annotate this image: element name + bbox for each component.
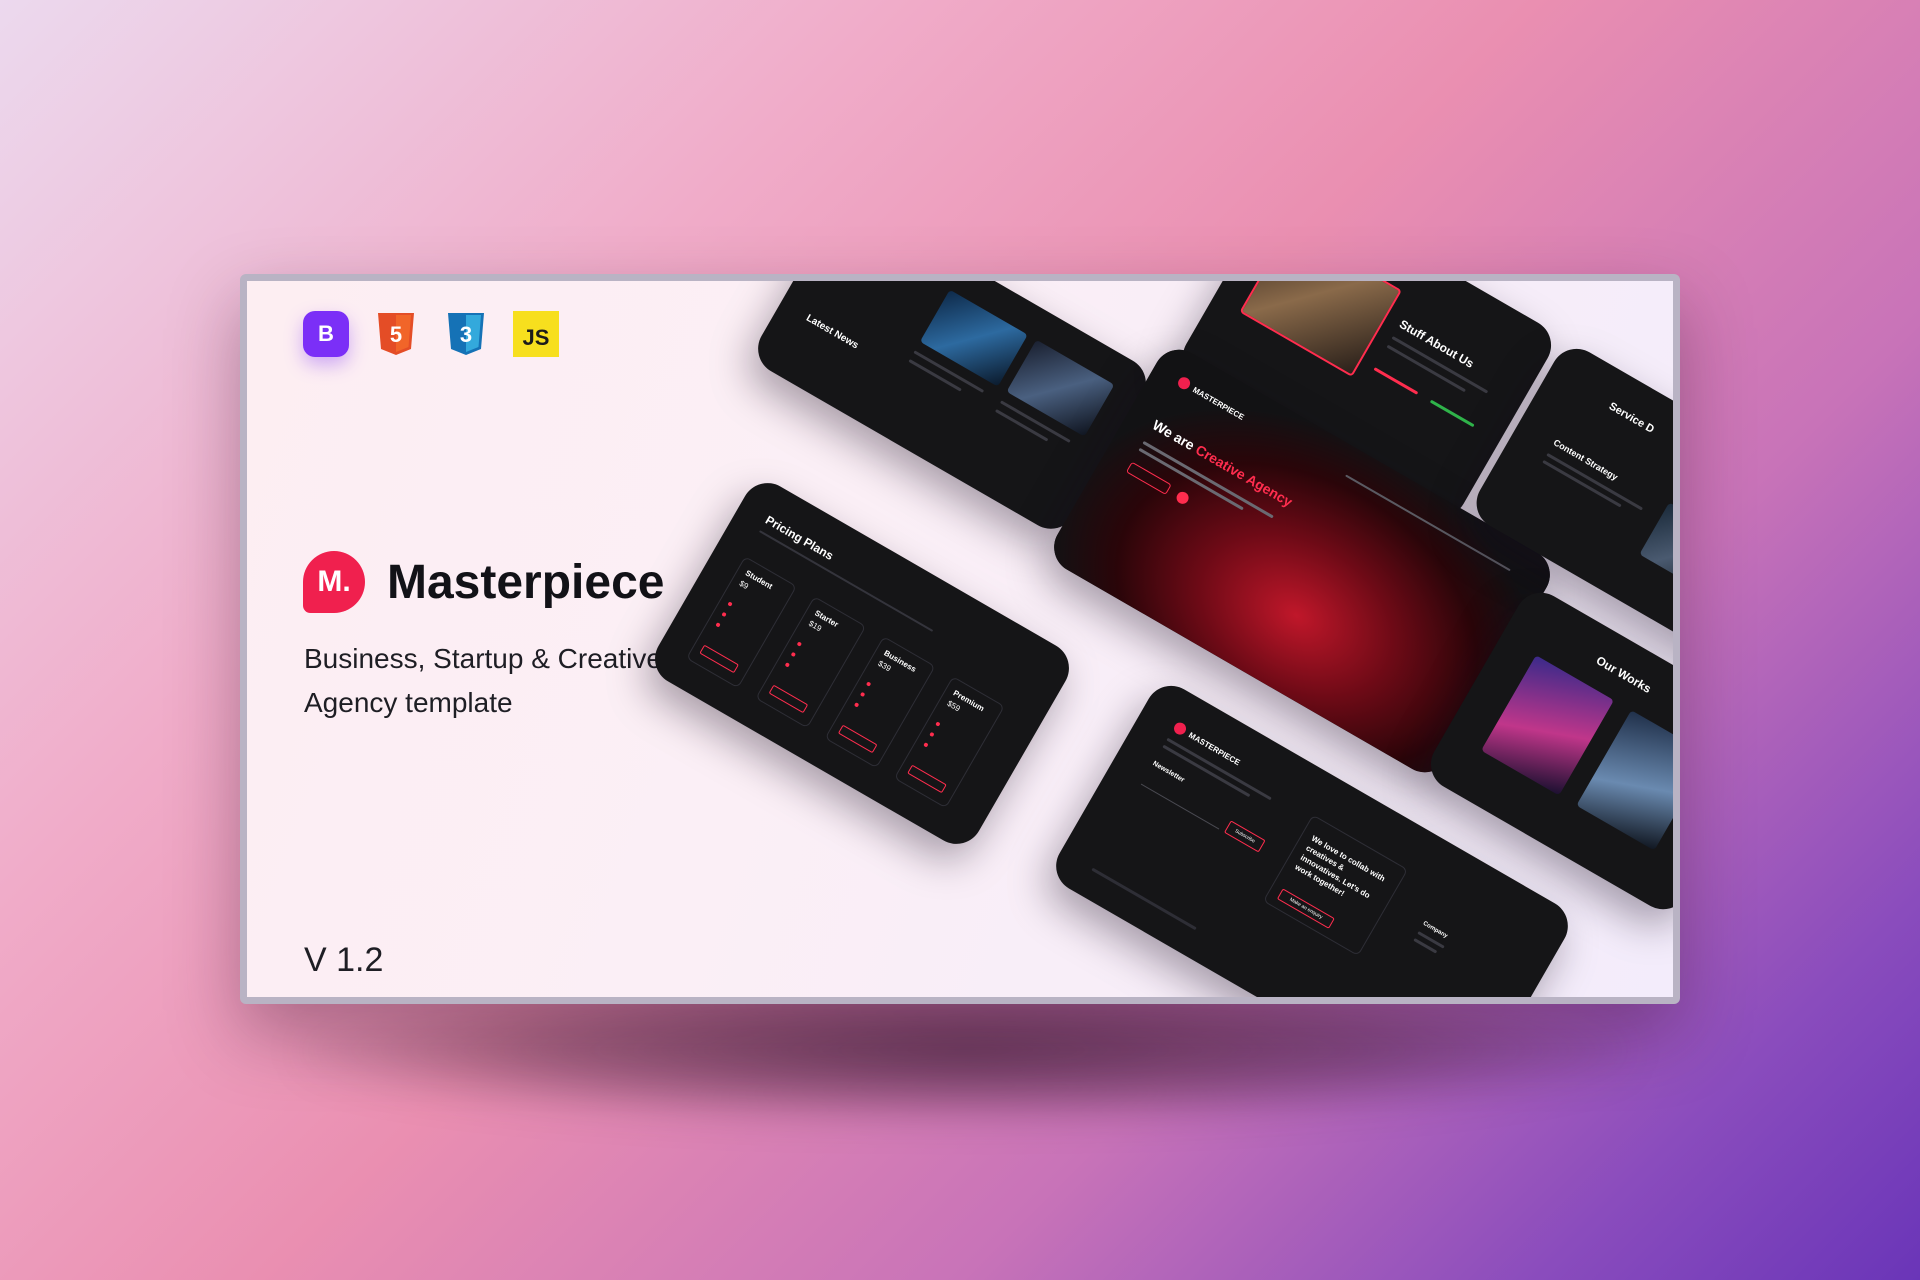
html5-icon: 5 — [373, 311, 419, 357]
mockup-pricing: Pricing Plans Student $9 Starter $19 Busin… — [645, 473, 1079, 854]
choose-plan-button[interactable] — [699, 644, 739, 674]
preview-canvas: B 5 3 JS M. Masterpiece Business, Startu… — [247, 281, 1673, 997]
choose-plan-button[interactable] — [907, 764, 947, 794]
news-image — [1006, 339, 1115, 437]
bootstrap-icon: B — [303, 311, 349, 357]
css3-icon: 3 — [443, 311, 489, 357]
html5-label: 5 — [390, 322, 402, 347]
enquiry-button[interactable]: Make an enquiry — [1276, 888, 1335, 929]
brand-logo-icon: M. — [303, 551, 365, 613]
works-title: Our Works — [1593, 653, 1654, 696]
cta-box: We love to collab with creatives & innov… — [1262, 814, 1409, 957]
javascript-icon: JS — [513, 311, 559, 357]
news-title: Latest News — [804, 312, 861, 352]
version-label: V 1.2 — [304, 941, 384, 979]
service-image — [1639, 502, 1673, 600]
services-title: Service D — [1606, 400, 1657, 436]
brand-name: Masterpiece — [387, 555, 665, 609]
choose-plan-button[interactable] — [768, 684, 809, 714]
preview-frame: B 5 3 JS M. Masterpiece Business, Startu… — [240, 274, 1680, 1004]
choose-plan-button[interactable] — [837, 724, 878, 754]
tech-badges: B 5 3 JS — [303, 311, 559, 357]
news-image — [919, 289, 1028, 387]
subscribe-button[interactable]: Subscribe — [1223, 820, 1266, 853]
about-image — [1239, 281, 1402, 377]
brand-lockup: M. Masterpiece — [303, 551, 664, 613]
css3-label: 3 — [460, 322, 472, 347]
